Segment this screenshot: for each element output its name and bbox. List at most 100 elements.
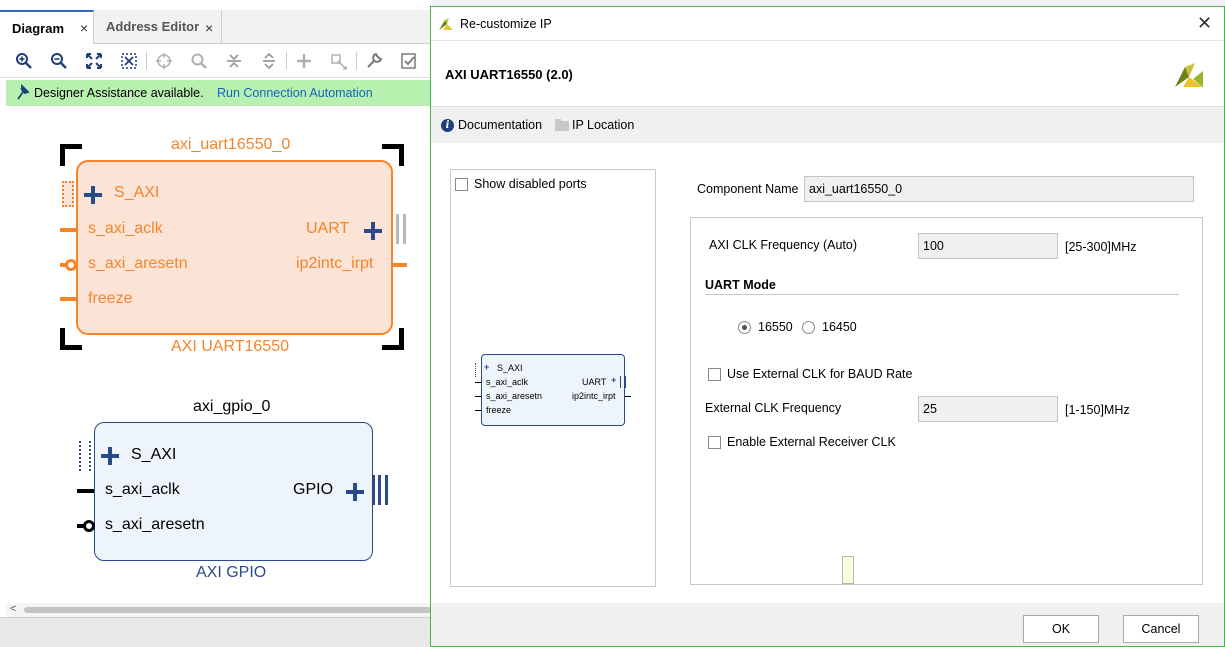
recustomize-ip-dialog: Re-customize IP ✕ AXI UART16550 (2.0) i … (430, 6, 1225, 647)
enable-external-receiver-clk-checkbox[interactable] (708, 436, 721, 449)
uart-port-uart: UART (306, 220, 350, 237)
close-icon[interactable]: ✕ (1197, 13, 1212, 34)
s-axi-expand-icon[interactable] (84, 186, 102, 204)
use-external-clk-label: Use External CLK for BAUD Rate (727, 367, 913, 381)
s-axi-bus-connector[interactable] (62, 181, 74, 207)
inverted-input-icon (65, 259, 77, 271)
gpio-port-s-axi: S_AXI (131, 446, 177, 463)
splitter-handle[interactable] (842, 556, 854, 584)
uart-mode-heading: UART Mode (705, 278, 776, 292)
gpio-pin-s-axi-aclk[interactable] (77, 489, 94, 493)
designer-assistance-banner: Designer Assistance available. Run Conne… (6, 80, 432, 106)
wrench-icon[interactable] (365, 52, 383, 70)
axi-clk-frequency-label: AXI CLK Frequency (Auto) (709, 238, 857, 252)
dialog-title: Re-customize IP (460, 17, 552, 31)
expand-icon[interactable] (260, 52, 278, 70)
uart-bus-connector[interactable] (396, 214, 406, 244)
uart-mode-16550-label: 16550 (758, 320, 793, 334)
use-external-clk-checkbox[interactable] (708, 368, 721, 381)
uart-mode-16450-label: 16450 (822, 320, 857, 334)
uart-mode-16450-radio[interactable] (802, 321, 815, 334)
external-clk-frequency-range: [1-150]MHz (1065, 403, 1130, 417)
uart-mode-16550-radio[interactable] (738, 321, 751, 334)
uart-expand-icon[interactable] (364, 222, 382, 240)
diagram-canvas[interactable]: axi_uart16550_0 S_AXI s_axi_aclk s_axi_a… (6, 106, 432, 602)
assistance-text: Designer Assistance available. (34, 86, 204, 100)
axi-clk-frequency-range: [25-300]MHz (1065, 240, 1137, 254)
scroll-left-icon[interactable]: < (10, 603, 16, 615)
gpio-port-s-axi-aresetn: s_axi_aresetn (105, 516, 205, 533)
uart-port-s-axi: S_AXI (114, 184, 160, 201)
preview-port-ip2intc-irpt: ip2intc_irpt (572, 391, 616, 401)
zoom-in-icon[interactable] (15, 52, 33, 70)
uart-port-s-axi-aclk: s_axi_aclk (88, 220, 163, 237)
dialog-header: AXI UART16550 (2.0) (431, 41, 1224, 107)
toolbar-separator (286, 52, 287, 70)
fit-full-icon[interactable] (85, 52, 103, 70)
validate-icon[interactable] (400, 52, 418, 70)
tab-address-editor-label: Address Editor (106, 19, 200, 34)
gpio-bus-connector[interactable] (372, 475, 388, 505)
diagram-toolbar (0, 44, 432, 78)
external-clk-frequency-label: External CLK Frequency (705, 401, 842, 415)
scrollbar-thumb[interactable] (24, 607, 432, 613)
run-connection-automation-link[interactable]: Run Connection Automation (217, 86, 373, 100)
gpio-s-axi-bus-connector[interactable] (79, 441, 91, 471)
uart-instance-name: axi_uart16550_0 (171, 136, 291, 153)
tab-diagram-label: Diagram (12, 21, 65, 36)
toolbar-separator (146, 52, 147, 70)
editor-tab-bar: Diagram × Address Editor × (0, 10, 432, 44)
ok-button[interactable]: OK (1023, 615, 1099, 643)
toolbar-separator (356, 52, 357, 70)
axi-clk-frequency-input[interactable]: 100 (918, 233, 1058, 259)
tab-address-editor[interactable]: Address Editor (94, 10, 222, 44)
ip-symbol-preview: + S_AXI s_axi_aclk s_axi_aresetn freeze … (475, 354, 631, 426)
pin-ip2intc-irpt[interactable] (393, 263, 407, 267)
ports-icon[interactable] (330, 52, 348, 70)
uart-port-freeze: freeze (88, 290, 133, 307)
preview-port-uart: UART (582, 377, 607, 387)
zoom-out-icon[interactable] (50, 52, 68, 70)
external-clk-frequency-input[interactable]: 25 (918, 396, 1058, 422)
close-icon[interactable]: × (80, 20, 88, 36)
gpio-expand-icon[interactable] (346, 483, 364, 501)
collapse-icon[interactable] (225, 52, 243, 70)
pin-icon (16, 83, 30, 103)
enable-external-receiver-clk-label: Enable External Receiver CLK (727, 435, 896, 449)
cancel-button[interactable]: Cancel (1123, 615, 1199, 643)
close-icon[interactable]: × (205, 20, 213, 36)
preview-port-freeze: freeze (486, 405, 512, 415)
bottom-panel-strip (0, 617, 432, 647)
documentation-link[interactable]: Documentation (458, 118, 542, 132)
gpio-type-label: AXI GPIO (196, 564, 267, 581)
ip-name: AXI UART16550 (2.0) (445, 67, 573, 82)
show-disabled-ports-label: Show disabled ports (474, 177, 587, 191)
uart-port-s-axi-aresetn: s_axi_aresetn (88, 255, 188, 272)
ip-location-link[interactable]: IP Location (572, 118, 634, 132)
pin-s-axi-aclk[interactable] (60, 228, 76, 232)
inverted-input-icon (83, 520, 95, 532)
gpio-port-gpio: GPIO (293, 481, 334, 498)
crosshair-icon[interactable] (155, 52, 173, 70)
fit-selection-icon[interactable] (120, 52, 138, 70)
component-name-label: Component Name (697, 182, 799, 196)
preview-port-s-axi-aclk: s_axi_aclk (486, 377, 529, 387)
gpio-s-axi-expand-icon[interactable] (101, 447, 119, 465)
pin-freeze[interactable] (60, 297, 76, 301)
dialog-link-bar: i Documentation IP Location (431, 107, 1224, 143)
uart-port-ip2intc-irpt: ip2intc_irpt (296, 255, 374, 272)
preview-port-s-axi-aresetn: s_axi_aresetn (486, 391, 543, 401)
gpio-instance-name: axi_gpio_0 (193, 398, 271, 415)
search-icon[interactable] (190, 52, 208, 70)
section-divider (705, 294, 1179, 295)
component-name-input[interactable]: axi_uart16550_0 (804, 176, 1194, 202)
folder-icon (555, 119, 569, 131)
uart-type-label: AXI UART16550 (171, 338, 289, 355)
xilinx-logo-icon (1173, 57, 1205, 96)
xilinx-logo-icon (438, 16, 454, 35)
info-icon: i (441, 119, 454, 132)
horizontal-scrollbar[interactable]: < (6, 603, 432, 617)
show-disabled-ports-checkbox[interactable] (455, 178, 468, 191)
add-icon[interactable] (295, 52, 313, 70)
dialog-title-bar: Re-customize IP ✕ (431, 7, 1224, 41)
